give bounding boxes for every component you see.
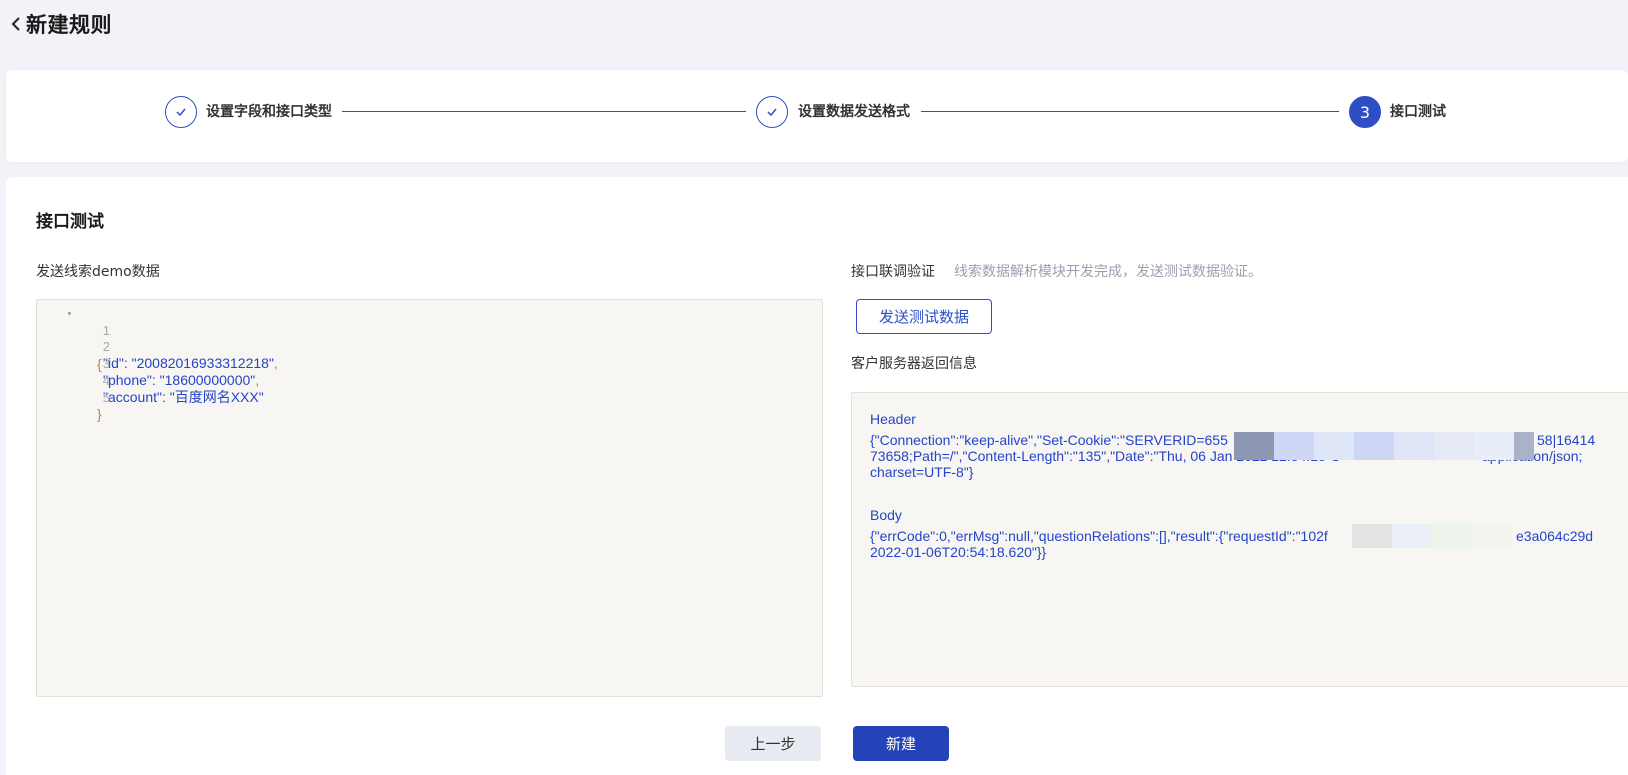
line-number: 4 [102,373,110,388]
code-line: 4 "account": "百度网名XXX" [37,355,264,405]
redaction-mosaic [1352,524,1512,548]
code-line: 5 } [37,372,110,422]
fold-arrow-icon[interactable]: ▾ [67,305,72,322]
line-number: 3 [102,356,110,371]
code-token: , [273,355,278,371]
line-number: 5 [102,390,110,405]
body-line-1-tail: e3a064c29d [1516,528,1594,544]
step-3-label: 接口测试 [1390,104,1446,120]
code-token: "account": "百度网名XXX" [103,389,264,405]
demo-data-label: 发送线索demo数据 [36,264,160,280]
response-box: Header {"Connection":"keep-alive","Set-C… [851,392,1628,687]
header-line-1-tail: 58|16414 [1537,432,1596,448]
step-2-label: 设置数据发送格式 [798,104,910,120]
page-title: 新建规则 [26,13,112,37]
section-title: 接口测试 [36,212,104,232]
line-number: 1 [102,323,110,338]
verify-hint: 线索数据解析模块开发完成，发送测试数据验证。 [954,264,1262,280]
step-1-check-icon [165,96,197,128]
step-connector-1 [342,111,746,112]
code-token: "phone": "18600000000" [103,372,256,388]
main-card: 接口测试 发送线索demo数据 1 ▾ { 2 "id": "200820169… [6,177,1628,775]
step-3-number: 3 [1349,96,1381,128]
redaction-mosaic [1234,432,1534,460]
step-2-check-icon [756,96,788,128]
body-title: Body [870,507,902,523]
code-line: 3 "phone": "18600000000", [37,338,259,388]
chevron-left-icon[interactable] [10,15,24,33]
code-token: } [97,406,102,422]
header-line-3: charset=UTF-8"} [870,464,974,480]
code-token: "id": "20082016933312218" [103,355,274,371]
step-connector-2 [921,111,1339,112]
page-header: 新建规则 [0,0,1628,60]
previous-step-button[interactable]: 上一步 [725,726,821,761]
steps-bar: 设置字段和接口类型 设置数据发送格式 3 接口测试 [6,70,1628,162]
verify-label: 接口联调验证 [851,264,935,280]
code-line: 2 "id": "20082016933312218", [37,321,278,371]
code-token: , [255,372,260,388]
create-button[interactable]: 新建 [853,726,949,761]
code-line: 1 ▾ { [37,305,110,372]
line-number: 2 [102,339,110,354]
step-1-label: 设置字段和接口类型 [206,104,332,120]
code-editor[interactable]: 1 ▾ { 2 "id": "20082016933312218", 3 "ph… [36,299,823,697]
header-title: Header [870,411,916,427]
send-test-data-button[interactable]: 发送测试数据 [856,299,992,334]
response-label: 客户服务器返回信息 [851,356,977,372]
